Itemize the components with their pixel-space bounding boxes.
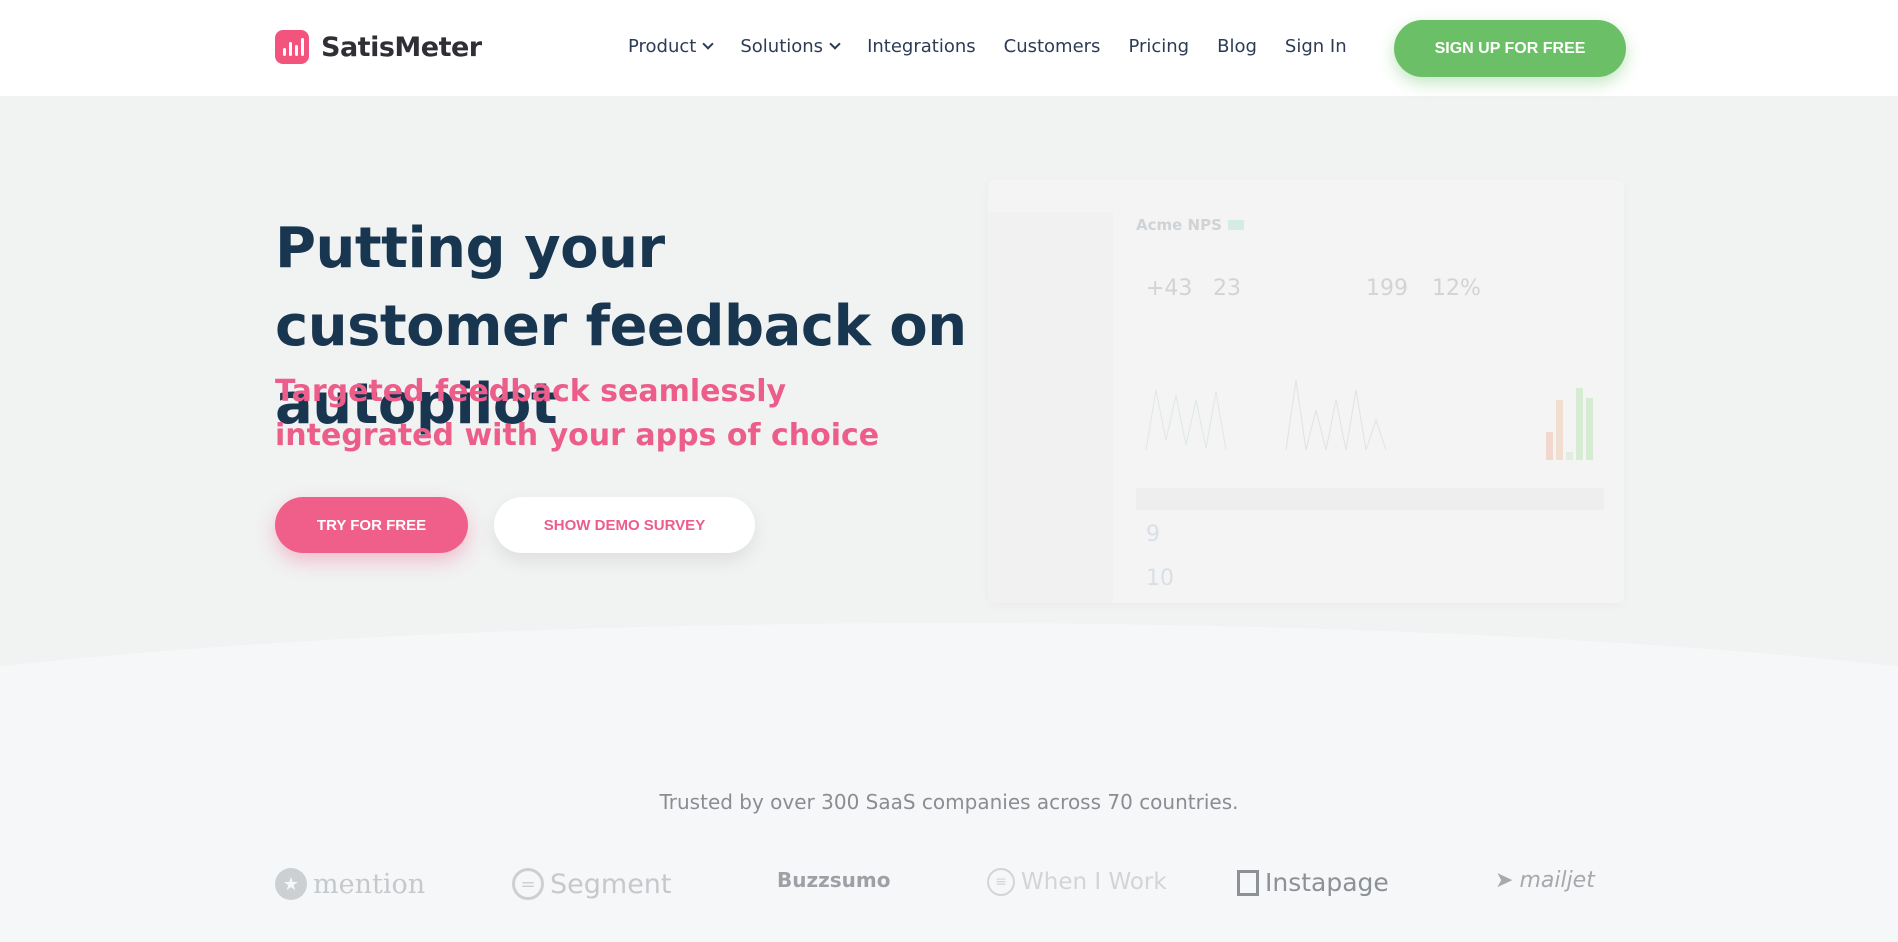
logo-text: When I Work [1021, 869, 1167, 895]
nav-integrations[interactable]: Integrations [867, 36, 976, 57]
show-demo-survey-button[interactable]: SHOW DEMO SURVEY [494, 497, 755, 553]
logo-text: mention [313, 868, 426, 900]
logo-icon [275, 30, 309, 64]
logo[interactable]: SatisMeter [275, 30, 482, 64]
logo-text: Segment [550, 868, 672, 900]
nav-label: Product [628, 36, 697, 57]
page-icon [1237, 869, 1259, 896]
logo-segment: = Segment [512, 868, 672, 900]
segment-icon: = [512, 868, 544, 900]
nav-pricing[interactable]: Pricing [1128, 36, 1189, 57]
try-for-free-button[interactable]: TRY FOR FREE [275, 497, 468, 553]
logo-instapage: Instapage [1237, 868, 1389, 897]
logo-text: Instapage [1265, 868, 1389, 897]
stat-users: 199 [1366, 276, 1408, 301]
stat-rate: 12% [1432, 276, 1481, 301]
logo-buzzsumo: Buzzsumo [777, 868, 891, 892]
dashboard-filter-bar [1136, 488, 1604, 510]
response-score: 10 [1146, 566, 1174, 591]
trusted-text: Trusted by over 300 SaaS companies acros… [659, 790, 1239, 814]
nav-sign-in[interactable]: Sign In [1285, 36, 1347, 57]
hero-curve [0, 623, 1898, 760]
stat-nps: +43 [1146, 276, 1193, 301]
logo-text: mailjet [1519, 868, 1595, 893]
sign-up-button[interactable]: SIGN UP FOR FREE [1394, 20, 1626, 77]
nav-label: Solutions [740, 36, 824, 57]
nav-product[interactable]: Product [628, 36, 715, 57]
stat-responses: 23 [1213, 276, 1241, 301]
logo-text: Buzzsumo [777, 868, 891, 892]
nav-solutions[interactable]: Solutions [740, 36, 841, 57]
dashboard-sidebar [988, 212, 1113, 603]
customer-logos: ★ mention = Segment Buzzsumo ≡ When I Work … [275, 860, 1635, 910]
response-score: 9 [1146, 522, 1160, 547]
logo-wheniwork: ≡ When I Work [987, 868, 1167, 896]
dashboard-preview: Acme NPS +43 23 199 12% 9 10 [988, 180, 1624, 603]
chevron-down-icon [702, 38, 715, 50]
paper-plane-icon: ➤ [1495, 868, 1514, 893]
dashboard-title: Acme NPS [1136, 216, 1244, 234]
brand-name: SatisMeter [321, 31, 482, 63]
site-header: SatisMeter Product Solutions Integration… [0, 0, 1898, 96]
chevron-down-icon [829, 38, 841, 50]
star-icon: ★ [275, 868, 307, 900]
dashboard-line-charts [1145, 379, 1387, 451]
dashboard-title-text: Acme NPS [1136, 216, 1222, 234]
dashboard-bar-chart [1546, 380, 1593, 460]
live-badge [1227, 220, 1244, 230]
hero-subtitle: Targeted feedback seamlessly integrated … [275, 374, 880, 453]
nav-customers[interactable]: Customers [1004, 36, 1101, 57]
menu-icon: ≡ [987, 868, 1015, 896]
nav-blog[interactable]: Blog [1217, 36, 1257, 57]
logo-mailjet: ➤ mailjet [1495, 868, 1595, 893]
logo-mention: ★ mention [275, 868, 425, 900]
main-nav: Product Solutions Integrations Customers… [628, 36, 1375, 57]
